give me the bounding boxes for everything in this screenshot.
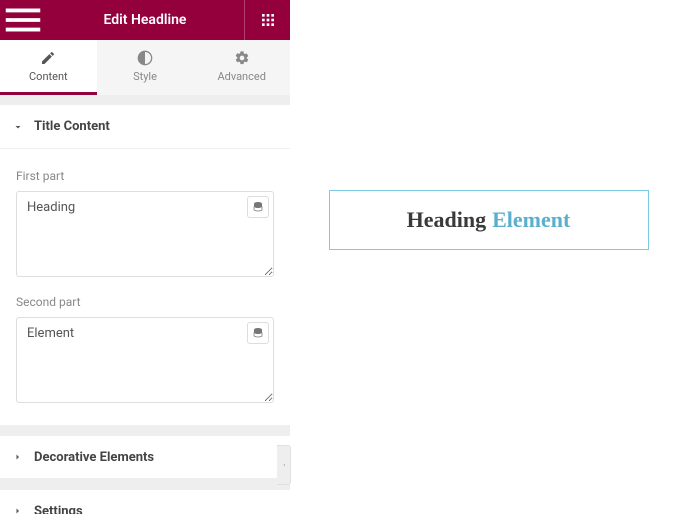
field-label-second-part: Second part	[16, 295, 274, 309]
section-label: Settings	[34, 504, 83, 514]
dynamic-tags-button[interactable]	[247, 322, 269, 344]
chevron-left-icon	[280, 460, 288, 470]
database-icon	[252, 327, 264, 339]
divider	[0, 425, 290, 435]
dynamic-tags-button[interactable]	[247, 196, 269, 218]
first-part-input[interactable]	[16, 191, 274, 277]
panel-body: Title Content First part Second part Dec…	[0, 95, 290, 514]
divider	[0, 479, 290, 489]
tab-label: Content	[29, 70, 68, 83]
tab-advanced[interactable]: Advanced	[193, 40, 290, 95]
editor-tabs: Content Style Advanced	[0, 40, 290, 95]
second-part-input[interactable]	[16, 317, 274, 403]
headline-part2: Element	[492, 207, 570, 233]
menu-icon[interactable]	[0, 0, 46, 40]
tab-label: Advanced	[217, 70, 265, 83]
section-label: Decorative Elements	[34, 450, 154, 465]
editor-sidebar: Edit Headline Content Style Advanced Tit…	[0, 0, 290, 514]
chevron-down-icon	[12, 121, 24, 133]
tab-style[interactable]: Style	[97, 40, 194, 95]
tab-label: Style	[133, 70, 157, 83]
section-title-content[interactable]: Title Content	[0, 105, 290, 149]
widgets-grid-icon[interactable]	[244, 0, 290, 40]
section-settings[interactable]: Settings	[0, 489, 290, 514]
editor-topbar: Edit Headline	[0, 0, 290, 40]
headline-part1: Heading	[407, 207, 486, 233]
panel-title: Edit Headline	[46, 12, 244, 28]
chevron-right-icon	[12, 505, 24, 514]
gear-icon	[234, 50, 250, 66]
first-part-wrap	[16, 191, 274, 281]
section-decorative[interactable]: Decorative Elements	[0, 435, 290, 479]
canvas-preview[interactable]: Heading Element	[290, 0, 687, 514]
chevron-right-icon	[12, 451, 24, 463]
tab-content[interactable]: Content	[0, 40, 97, 95]
divider	[0, 95, 290, 105]
headline-widget[interactable]: Heading Element	[329, 190, 649, 250]
pencil-icon	[40, 50, 56, 66]
panel-collapse-handle[interactable]	[277, 445, 291, 485]
section-body-title-content: First part Second part	[0, 149, 290, 425]
second-part-wrap	[16, 317, 274, 407]
field-label-first-part: First part	[16, 169, 274, 183]
contrast-icon	[137, 50, 153, 66]
database-icon	[252, 201, 264, 213]
section-label: Title Content	[34, 119, 110, 134]
